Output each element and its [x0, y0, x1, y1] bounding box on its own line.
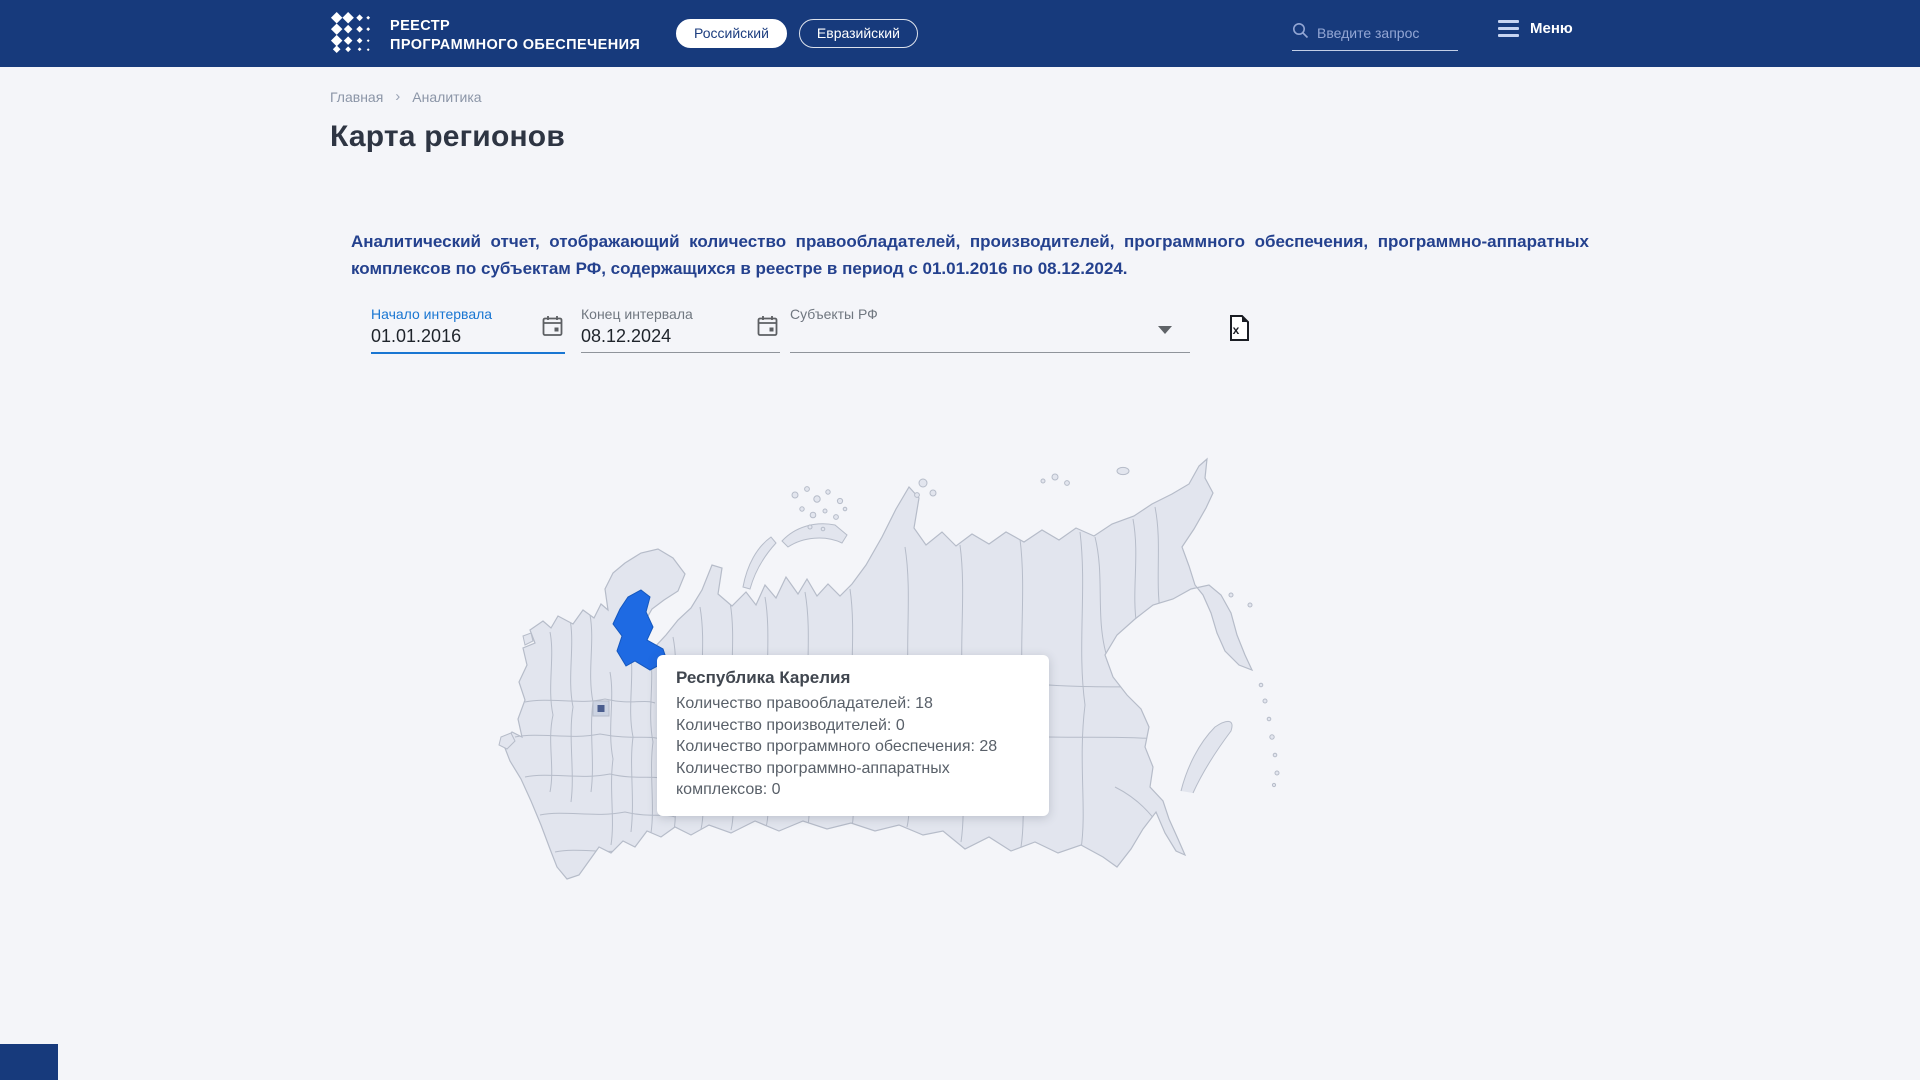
svg-text:x: x — [1233, 323, 1240, 337]
interval-end-label: Конец интервала — [581, 306, 693, 322]
registry-toggle-group: Российский Евразийский — [676, 19, 918, 48]
breadcrumb-current: Аналитика — [412, 88, 482, 105]
region-tooltip: Республика Карелия Количество правооблад… — [657, 655, 1049, 816]
subjects-label: Субъекты РФ — [790, 306, 878, 322]
interval-end-field[interactable]: Конец интервала 08.12.2024 — [581, 306, 780, 353]
interval-start-value[interactable]: 01.01.2016 — [371, 326, 565, 350]
logo-diamonds-icon — [330, 12, 372, 59]
logo-text: РЕЕСТР ПРОГРАММНОГО ОБЕСПЕЧЕНИЯ — [390, 17, 640, 55]
field-underline — [581, 352, 780, 353]
moscow-region-marker[interactable] — [592, 700, 610, 717]
field-underline — [371, 352, 565, 354]
page-title: Карта регионов — [330, 120, 565, 153]
menu-label: Меню — [1530, 20, 1573, 37]
field-underline — [790, 352, 1190, 353]
tab-russian-registry[interactable]: Российский — [676, 19, 787, 48]
header-search — [1292, 22, 1458, 51]
excel-export-button[interactable]: x — [1228, 314, 1251, 347]
dropdown-caret-icon[interactable] — [1158, 326, 1172, 334]
page: РЕЕСТР ПРОГРАММНОГО ОБЕСПЕЧЕНИЯ Российск… — [0, 0, 1920, 1080]
logo[interactable]: РЕЕСТР ПРОГРАММНОГО ОБЕСПЕЧЕНИЯ — [330, 12, 640, 59]
footer-corner — [0, 1044, 58, 1080]
report-description: Аналитический отчет, отображающий количе… — [351, 232, 1589, 278]
logo-line2: ПРОГРАММНОГО ОБЕСПЕЧЕНИЯ — [390, 36, 641, 53]
tooltip-region-name: Республика Карелия — [676, 668, 851, 687]
interval-end-value[interactable]: 08.12.2024 — [581, 326, 780, 350]
header: РЕЕСТР ПРОГРАММНОГО ОБЕСПЕЧЕНИЯ Российск… — [0, 0, 1920, 67]
menu-button[interactable]: Меню — [1498, 20, 1573, 37]
breadcrumb-home[interactable]: Главная — [330, 89, 383, 105]
tab-eurasian-registry[interactable]: Евразийский — [798, 19, 918, 48]
calendar-icon[interactable] — [757, 315, 778, 342]
interval-start-label: Начало интервала — [371, 306, 493, 322]
tooltip-producers: Количество производителей: 0 — [676, 716, 905, 734]
chevron-right-icon: › — [395, 88, 401, 105]
subjects-value[interactable] — [790, 326, 1190, 350]
interval-start-field[interactable]: Начало интервала 01.01.2016 — [371, 306, 565, 354]
tooltip-software: Количество программного обеспечения: 28 — [676, 738, 998, 755]
calendar-icon[interactable] — [542, 315, 563, 342]
hamburger-icon — [1498, 20, 1519, 37]
tooltip-rightholders: Количество правообладателей: 18 — [676, 695, 933, 712]
search-icon — [1292, 22, 1309, 44]
breadcrumb: Главная › Аналитика — [330, 88, 482, 105]
sakhalin-region — [1180, 721, 1233, 794]
tooltip-hardware-complexes: Количество программно-аппаратных комплек… — [676, 759, 950, 799]
search-input[interactable] — [1317, 25, 1447, 41]
logo-line1: РЕЕСТР — [390, 17, 451, 34]
subjects-select[interactable]: Субъекты РФ — [790, 306, 1190, 353]
kaliningrad-region — [522, 632, 534, 646]
